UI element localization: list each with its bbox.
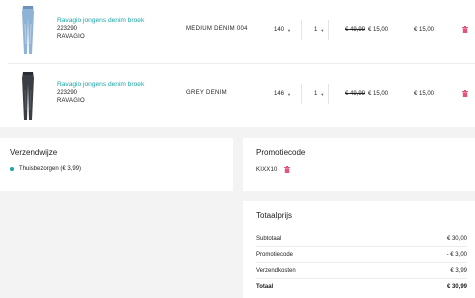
summary-value: € 3,99 xyxy=(450,267,467,274)
old-price: € 49,99 xyxy=(345,91,366,97)
sale-price: € 15,00 xyxy=(368,27,389,33)
summary-title: Totaalprijs xyxy=(256,211,293,220)
sale-price: € 15,00 xyxy=(368,91,389,97)
chevron-down-icon: ▼ xyxy=(287,27,291,33)
size-select[interactable]: 140 ▼ xyxy=(274,23,296,37)
product-sku: 223290 xyxy=(57,26,78,32)
chevron-down-icon: ▼ xyxy=(320,27,325,33)
old-price: € 49,99 xyxy=(345,27,366,33)
product-name-link[interactable]: Ravagio jongens denim broek xyxy=(57,17,144,24)
product-color: GREY DENIM xyxy=(186,90,227,96)
size-select[interactable]: 146 ▼ xyxy=(274,87,296,101)
summary-row-shipping: Verzendkosten € 3,99 xyxy=(256,263,467,279)
quantity-select[interactable]: 1 ▼ xyxy=(314,23,328,37)
summary-value: € 30,00 xyxy=(446,235,467,242)
summary-label: Verzendkosten xyxy=(256,267,296,274)
shipping-panel: Verzendwijze Thuisbezorgen (€ 3,99) xyxy=(0,138,233,191)
grey-jeans-image[interactable] xyxy=(16,68,40,120)
order-summary-panel: Totaalprijs Subtotaal € 30,00 Promotieco… xyxy=(243,201,475,298)
cart-item-row: Ravagio jongens denim broek 223290 RAVAG… xyxy=(0,0,475,64)
summary-row-promo: Promotiecode - € 3,00 xyxy=(256,247,467,263)
promo-title: Promotiecode xyxy=(256,148,306,157)
quantity-value: 1 xyxy=(314,91,318,97)
summary-value: - € 3,00 xyxy=(446,251,467,258)
trash-icon[interactable] xyxy=(283,166,290,173)
summary-row-total: Totaal € 30,99 xyxy=(256,279,467,295)
summary-label: Totaal xyxy=(256,284,274,290)
summary-label: Promotiecode xyxy=(256,251,294,258)
product-name-link[interactable]: Ravagio jongens denim broek xyxy=(57,81,144,88)
radio-selected-icon[interactable] xyxy=(10,167,14,171)
summary-row-subtotal: Subtotaal € 30,00 xyxy=(256,231,467,247)
trash-icon[interactable] xyxy=(462,26,468,33)
line-total: € 15,00 xyxy=(414,91,435,97)
product-color: MEDIUM DENIM 004 xyxy=(186,26,248,32)
shipping-option[interactable]: Thuisbezorgen (€ 3,99) xyxy=(10,166,81,172)
summary-value: € 30,99 xyxy=(446,284,467,290)
size-value: 146 xyxy=(274,91,285,97)
divider xyxy=(328,20,329,40)
quantity-value: 1 xyxy=(314,27,318,33)
cart-items-card: Ravagio jongens denim broek 223290 RAVAG… xyxy=(0,0,475,127)
chevron-down-icon: ▼ xyxy=(320,91,325,97)
divider xyxy=(301,20,302,40)
line-total: € 15,00 xyxy=(414,27,435,33)
product-brand: RAVAGIO xyxy=(57,98,85,104)
size-value: 140 xyxy=(274,27,285,33)
divider xyxy=(328,84,329,104)
light-jeans-image[interactable] xyxy=(16,4,40,56)
cart-item-row: Ravagio jongens denim broek 223290 RAVAG… xyxy=(0,64,475,127)
product-sku: 223290 xyxy=(57,90,78,96)
summary-label: Subtotaal xyxy=(256,235,282,242)
quantity-select[interactable]: 1 ▼ xyxy=(314,87,328,101)
promo-panel: Promotiecode KIXX10 xyxy=(243,138,475,191)
trash-icon[interactable] xyxy=(462,90,468,97)
product-brand: RAVAGIO xyxy=(57,34,85,40)
applied-promo-code: KIXX10 xyxy=(256,166,290,173)
shipping-title: Verzendwijze xyxy=(10,148,58,157)
promo-code-value: KIXX10 xyxy=(256,166,278,173)
shipping-option-label: Thuisbezorgen (€ 3,99) xyxy=(19,166,82,172)
chevron-down-icon: ▼ xyxy=(287,91,291,97)
divider xyxy=(301,84,302,104)
